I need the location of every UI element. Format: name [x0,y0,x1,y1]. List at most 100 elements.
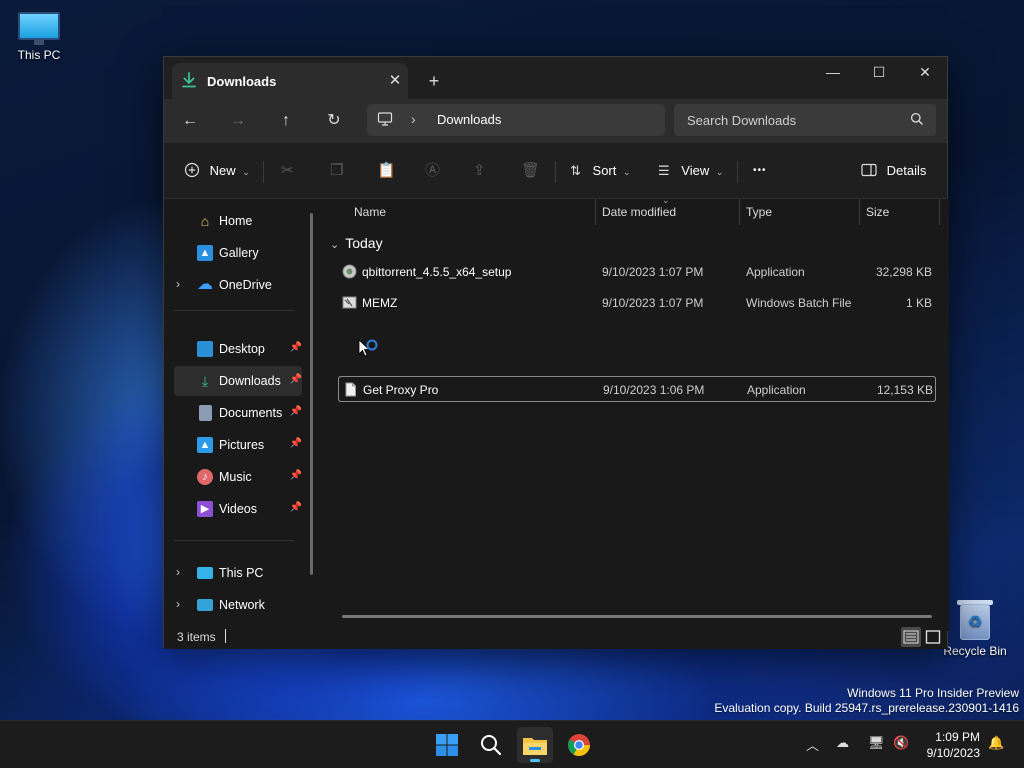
chevron-right-icon[interactable]: › [176,597,180,611]
details-view-toggle[interactable] [901,627,921,647]
search-icon [910,112,924,129]
file-row[interactable]: MEMZ 9/10/2023 1:07 PM Windows Batch Fil… [338,290,936,316]
column-header-type[interactable]: Type [746,199,772,225]
new-tab-button[interactable]: + [422,69,446,93]
pin-icon[interactable]: 📌 [290,374,302,385]
sidebar-item-label: Desktop [219,342,265,356]
details-label: Details [886,163,927,178]
sidebar-item-pictures[interactable]: ▲ Pictures 📌 [174,430,302,460]
file-date: 9/10/2023 1:07 PM [602,296,704,310]
status-separator [225,629,226,643]
sort-icon: ⇅ [570,163,581,178]
watermark-line1: Windows 11 Pro Insider Preview [847,686,1019,700]
onedrive-offline-icon[interactable]: ☁ [836,735,849,751]
up-button[interactable]: ↑ [272,107,300,135]
network-icon [197,599,213,611]
cut-button[interactable]: ✂ [281,159,294,183]
sort-indicator-icon: ⌄ [662,195,670,205]
sort-button[interactable]: ⇅ Sort ⌄ [570,159,631,183]
sidebar-item-gallery[interactable]: ▲ Gallery [174,238,302,268]
sidebar-item-network[interactable]: › Network [174,590,302,620]
volume-muted-icon[interactable]: 🔇 [893,735,909,751]
clock[interactable]: 1:09 PM 9/10/2023 [927,729,980,761]
paste-button[interactable]: 📋 [377,159,396,183]
breadcrumb-downloads[interactable]: Downloads [437,112,501,127]
minimize-button[interactable]: — [810,57,856,87]
bell-icon[interactable]: 🔔 [988,735,1004,751]
chevron-right-icon[interactable]: › [176,277,180,291]
chevron-down-icon: ⌄ [242,167,250,177]
new-button[interactable]: New ⌄ [184,159,250,183]
close-window-button[interactable]: ✕ [902,57,948,87]
sidebar-item-label: Documents [219,406,283,420]
more-options-button[interactable]: ••• [753,159,767,183]
pin-icon[interactable]: 📌 [290,438,302,449]
desktop-icon [197,341,213,357]
sidebar-item-downloads[interactable]: ⤓ Downloads 📌 [174,366,302,396]
file-type: Application [746,265,805,279]
refresh-button[interactable]: ↻ [320,107,348,135]
search-input[interactable]: Search Downloads [674,104,936,136]
sidebar-item-desktop[interactable]: Desktop 📌 [174,334,302,364]
active-indicator [530,759,540,762]
sidebar-item-this-pc[interactable]: › This PC [174,558,302,588]
sidebar-item-home[interactable]: ⌂ Home [174,206,302,236]
file-row-focused[interactable]: Get Proxy Pro 9/10/2023 1:06 PM Applicat… [338,376,936,402]
windows-start-icon [436,734,458,756]
forward-button[interactable]: → [224,107,252,135]
tiles-view-toggle[interactable] [923,627,943,647]
onedrive-icon: ☁ [197,276,213,293]
status-bar: 3 items [164,625,947,649]
desktop-icon-this-pc[interactable]: This PC [1,12,77,62]
file-row[interactable]: qbittorrent_4.5.5_x64_setup 9/10/2023 1:… [338,259,936,285]
sidebar-item-music[interactable]: ♪ Music 📌 [174,462,302,492]
share-button[interactable]: ⇪ [473,159,486,183]
sidebar-item-label: This PC [219,566,264,580]
view-button[interactable]: ☰ View ⌄ [658,159,723,183]
videos-icon: ▶ [197,501,213,517]
nav-scrollbar[interactable] [310,213,313,575]
pin-icon[interactable]: 📌 [290,470,302,481]
chevron-right-icon[interactable]: › [176,565,180,579]
breadcrumb-separator[interactable]: › [411,111,416,127]
rename-button[interactable]: Ⓐ [425,159,440,183]
sidebar-item-label: Pictures [219,438,265,452]
sidebar-item-documents[interactable]: Documents 📌 [174,398,302,428]
chevron-up-icon[interactable]: ︿ [806,735,819,754]
view-label: View [681,163,710,178]
maximize-button[interactable]: ☐ [856,57,902,87]
address-bar[interactable]: › Downloads [367,104,665,136]
pin-icon[interactable]: 📌 [290,406,302,417]
chevron-down-icon: ⌄ [715,167,724,177]
tab-label: Downloads [207,74,277,89]
chrome-button[interactable] [561,727,597,763]
file-type: Windows Batch File [746,296,852,310]
gallery-icon: ▲ [197,245,213,261]
copy-button[interactable]: ❐ [330,159,343,183]
plus-circle-icon [184,162,200,178]
tab-downloads[interactable]: Downloads ✕ [172,63,408,99]
file-explorer-icon [523,738,547,755]
pin-icon[interactable]: 📌 [290,502,302,513]
start-button[interactable] [429,727,465,763]
installer-icon [342,264,357,279]
chrome-icon [568,734,590,756]
file-list: Name Date modified ⌄ Type Size ⌄ Today qb… [324,195,949,631]
network-icon[interactable]: 🖥 [868,735,885,751]
column-header-name[interactable]: Name [354,199,386,225]
monitor-icon [18,12,60,45]
details-pane-button[interactable]: Details [861,159,926,183]
title-bar: Downloads ✕ + — ☐ ✕ [164,57,947,99]
file-explorer-button[interactable] [517,727,553,763]
pin-icon[interactable]: 📌 [290,342,302,353]
horizontal-scrollbar[interactable] [342,615,932,618]
sidebar-item-onedrive[interactable]: › ☁ OneDrive [174,270,302,300]
column-header-size[interactable]: Size [866,199,889,225]
delete-button[interactable]: 🗑 [521,159,540,183]
search-button[interactable] [473,727,509,763]
sidebar-item-label: Videos [219,502,257,516]
group-header-today[interactable]: ⌄ Today [330,235,383,251]
sidebar-item-videos[interactable]: ▶ Videos 📌 [174,494,302,524]
tab-close-button[interactable]: ✕ [384,70,406,92]
back-button[interactable]: ← [176,107,204,135]
